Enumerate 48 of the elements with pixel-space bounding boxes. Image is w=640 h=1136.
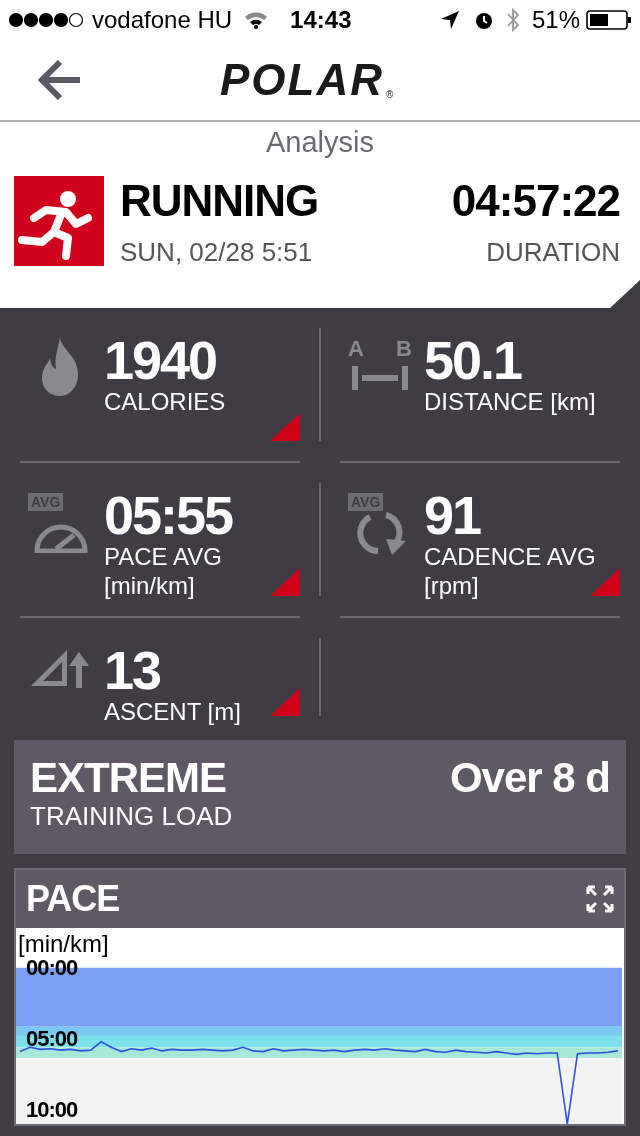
stat-value: 05:55 xyxy=(104,487,233,543)
duration-label: DURATION xyxy=(486,236,620,269)
runner-icon xyxy=(14,176,104,266)
corner-marker[interactable] xyxy=(270,568,300,596)
location-icon xyxy=(439,10,460,30)
stat-label: PACE AVG xyxy=(104,543,223,571)
axis-tick-label: 10:00 xyxy=(26,1098,78,1121)
stat-label: CADENCE AVG xyxy=(424,543,596,571)
training-load-card[interactable]: EXTREME TRAINING LOAD Over 8 d xyxy=(14,740,626,854)
corner-marker[interactable] xyxy=(270,688,300,716)
battery-percent: 51% xyxy=(531,5,580,35)
duration-value: 04:57:22 xyxy=(451,176,620,226)
session-date: SUN, 02/28 5:51 xyxy=(120,236,314,269)
corner-marker[interactable] xyxy=(270,413,300,441)
stat-value: 50.1 xyxy=(424,332,523,388)
stat-label: ASCENT [m] xyxy=(104,698,241,726)
stat-label: DISTANCE [km] xyxy=(424,388,596,416)
ruler-icon xyxy=(352,366,408,390)
page-title: Analysis xyxy=(266,125,374,161)
stat-value: 13 xyxy=(104,642,162,698)
stat-label: CALORIES xyxy=(104,388,226,416)
stat-value: 1940 xyxy=(104,332,218,388)
load-label: TRAINING LOAD xyxy=(30,800,233,832)
corner-marker[interactable] xyxy=(610,280,640,308)
signal-icon xyxy=(8,12,86,28)
back-arrow-icon xyxy=(38,60,82,100)
stat-unit: [rpm] xyxy=(424,571,480,601)
sport-name: RUNNING xyxy=(120,176,319,226)
clock-time: 14:43 xyxy=(290,5,352,35)
battery-icon xyxy=(586,10,632,30)
fullscreen-icon[interactable] xyxy=(586,885,614,913)
axis-tick-label: 05:00 xyxy=(26,1027,78,1050)
axis-tick-label: 00:00 xyxy=(26,956,78,979)
alarm-icon xyxy=(473,10,494,30)
axis-unit: [min/km] xyxy=(18,932,109,956)
stat-unit: [min/km] xyxy=(104,571,196,601)
carrier-name: vodafone HU xyxy=(92,5,233,35)
chart-title: PACE xyxy=(26,877,120,921)
stat-value: 91 xyxy=(424,487,482,543)
ascent-icon xyxy=(29,648,91,688)
logo: POLAR® xyxy=(220,58,394,102)
point-label: B xyxy=(396,338,412,360)
wifi-icon xyxy=(244,11,269,29)
point-label: A xyxy=(348,338,364,360)
corner-marker[interactable] xyxy=(590,568,620,596)
load-level: EXTREME xyxy=(30,756,228,800)
recovery-time: Over 8 d xyxy=(449,756,610,803)
bluetooth-icon xyxy=(505,7,520,33)
